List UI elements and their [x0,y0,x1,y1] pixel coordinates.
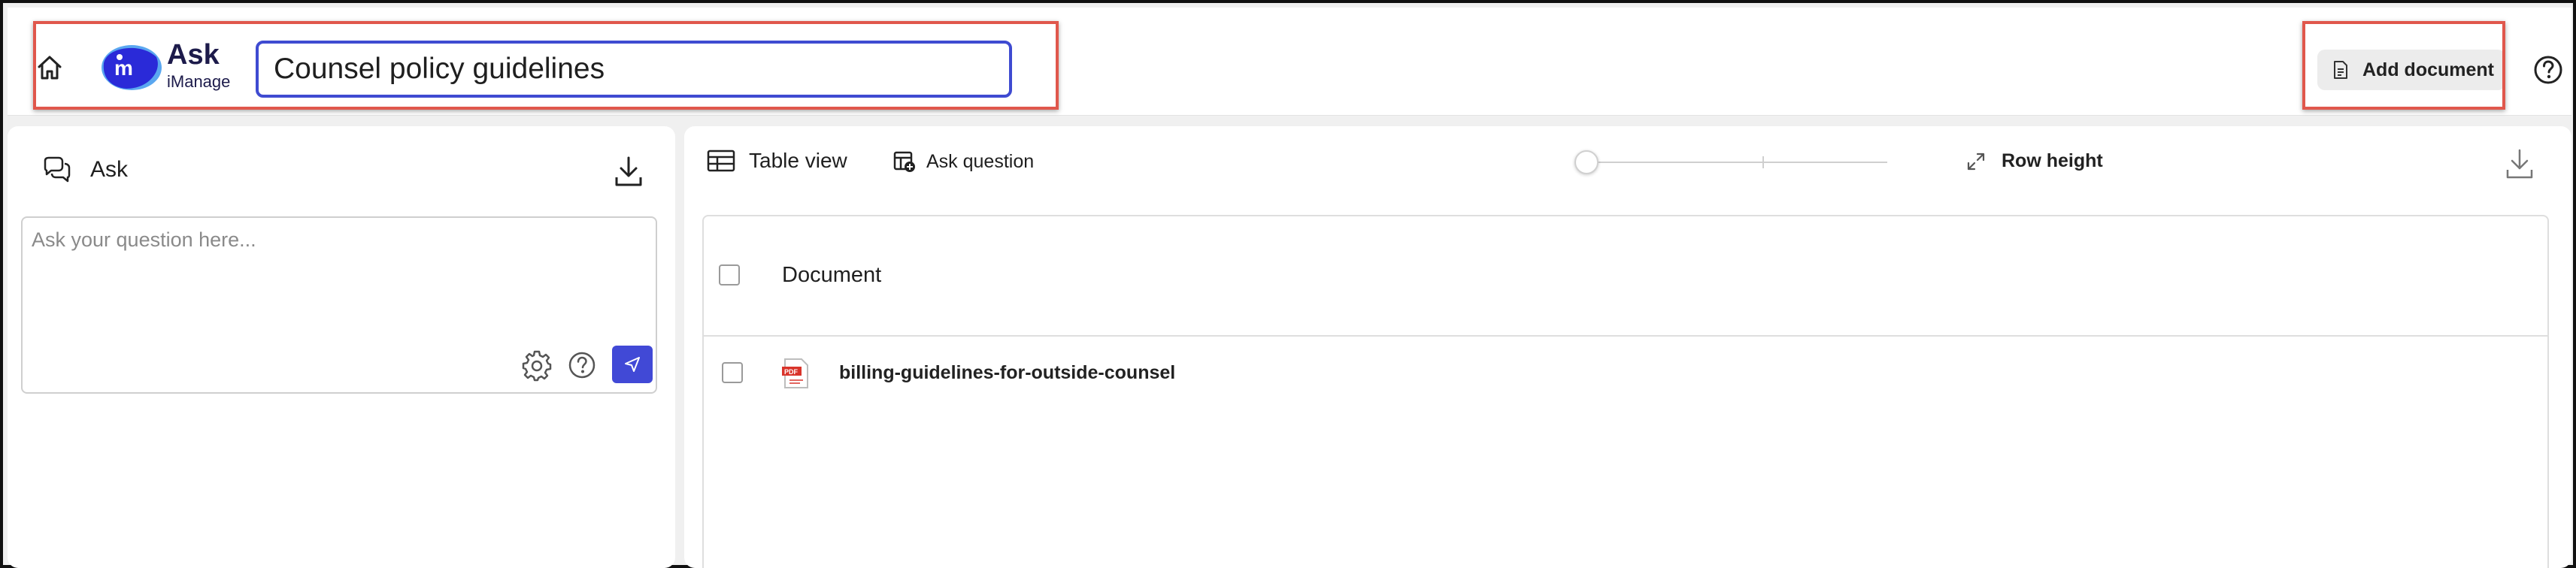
row-height-control[interactable]: Row height [1965,150,2103,172]
download-icon[interactable] [614,155,644,188]
table-header: Document [704,216,2547,337]
row-height-slider[interactable] [1574,147,1887,177]
row-checkbox[interactable] [722,362,743,383]
document-name[interactable]: billing-guidelines-for-outside-counsel [839,362,1175,384]
settings-gear-icon[interactable] [520,349,553,382]
pdf-file-icon: PDF [782,358,808,388]
ask-question-button[interactable]: Ask question [893,150,1034,173]
ask-question-input[interactable] [32,228,648,334]
ask-question-label: Ask question [926,150,1035,172]
row-height-label: Row height [2002,150,2103,171]
ask-panel-title: Ask [90,157,129,182]
export-download-icon[interactable] [2504,147,2535,180]
highlight-title-area [33,21,1059,110]
ask-panel: Ask [8,126,675,568]
expand-arrows-icon [1967,153,1985,170]
send-icon [625,357,640,372]
pdf-badge-text: PDF [784,368,799,376]
app-window: m Ask iManage Add document [0,0,2576,568]
add-column-icon [893,151,915,172]
ask-panel-header: Ask [41,156,128,183]
ask-input-box [21,216,657,394]
slider-track [1587,162,1887,163]
slider-tick [1762,156,1764,168]
help-icon[interactable] [2532,54,2564,86]
table-icon [707,150,735,172]
slider-thumb[interactable] [1574,150,1599,174]
select-all-checkbox[interactable] [719,264,740,286]
table-view-label: Table view [749,149,847,172]
chat-bubbles-icon [44,156,71,183]
table-view-toggle[interactable]: Table view [707,149,847,173]
table-row[interactable]: PDF billing-guidelines-for-outside-couns… [704,337,2547,409]
help-circle-icon[interactable] [567,350,597,380]
column-header-document: Document [782,263,882,287]
highlight-add-document [2302,21,2505,110]
send-button[interactable] [612,346,653,383]
documents-table: Document PDF billing-guidelines-for-outs… [702,215,2549,568]
documents-panel: Table view Ask question Row height Docum… [684,126,2571,568]
